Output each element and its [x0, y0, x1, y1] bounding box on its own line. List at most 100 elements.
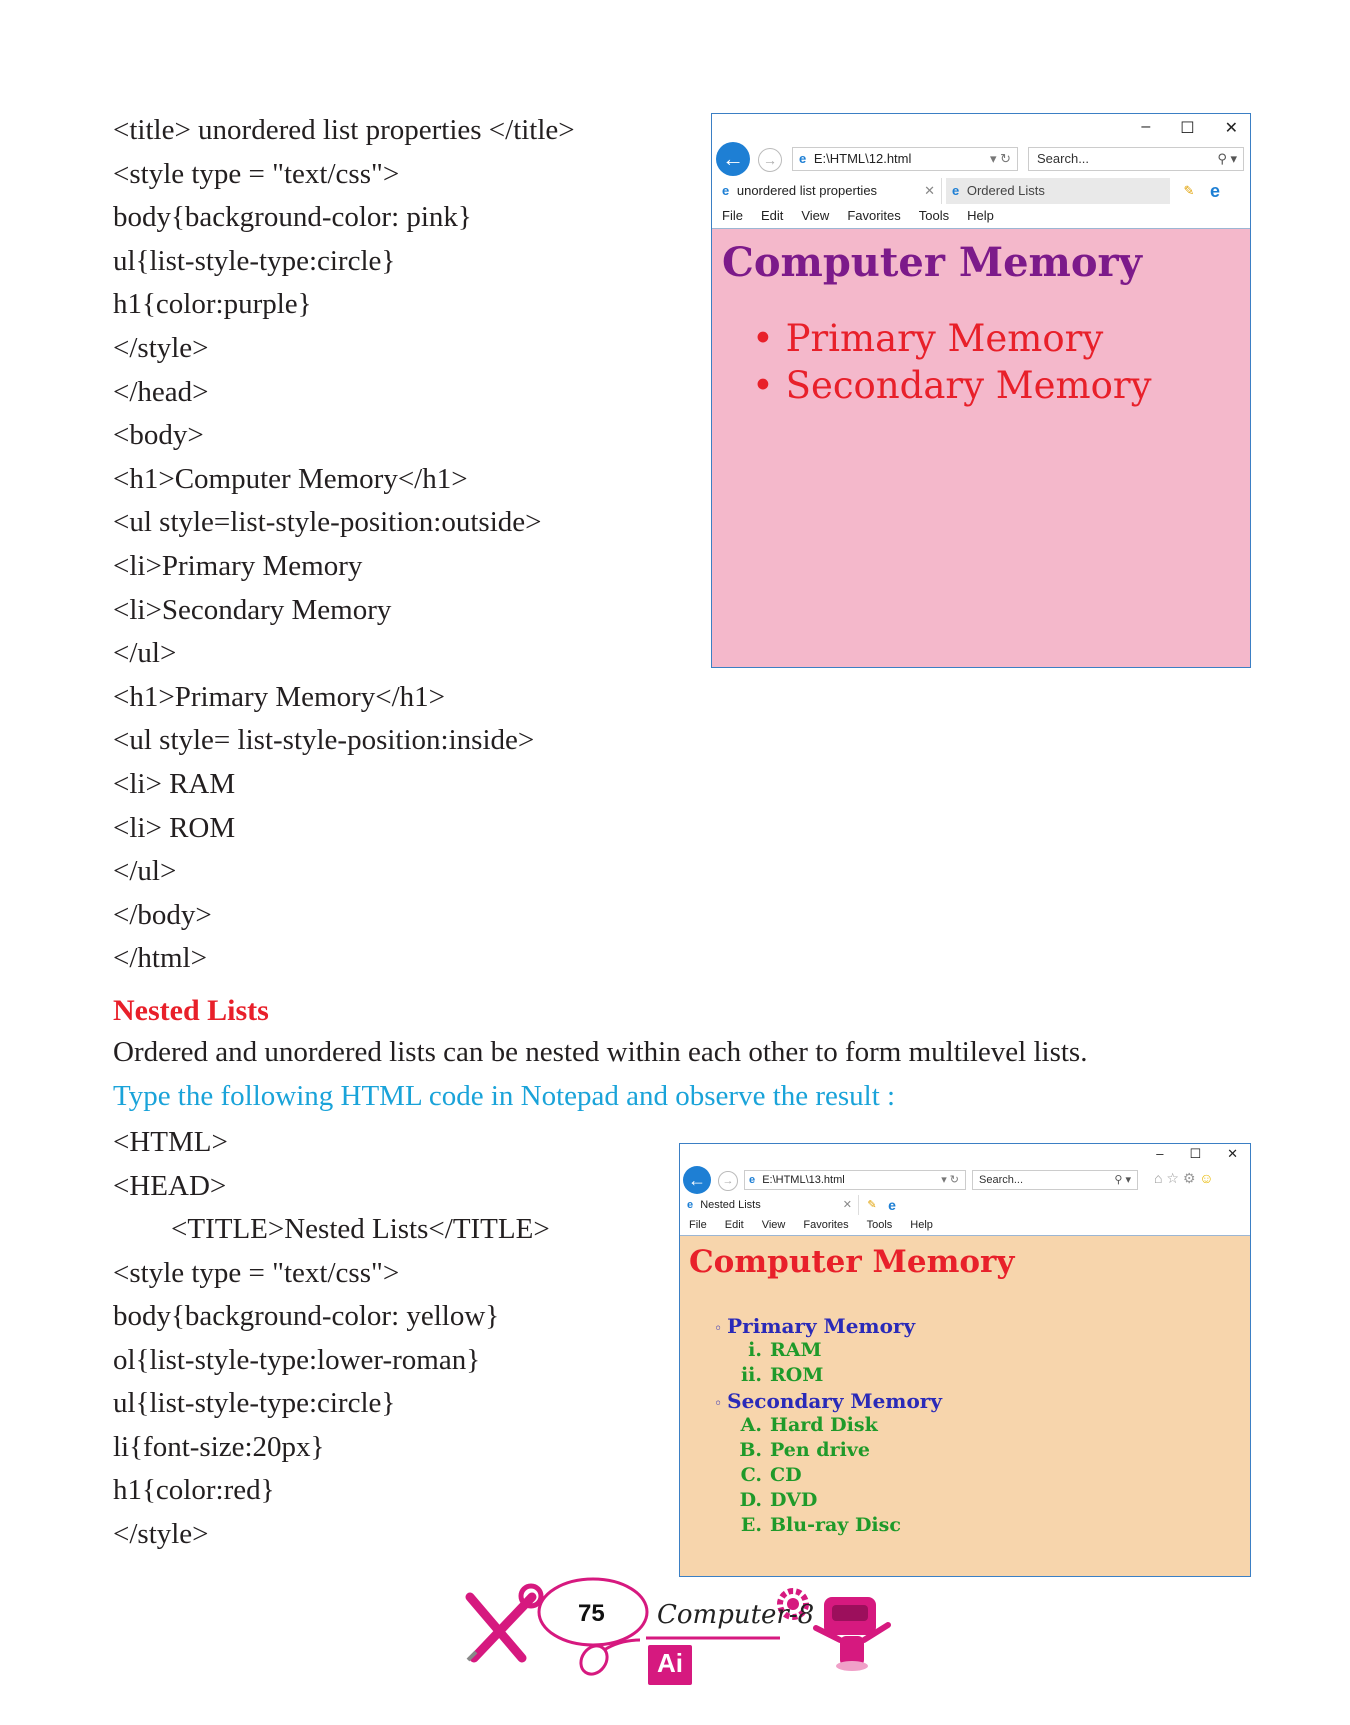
address-bar[interactable]: e E:\HTML\12.html ▾ ↻: [792, 147, 1018, 171]
code-line: <li> RAM: [113, 768, 236, 800]
settings-gear-icon[interactable]: ⚙: [1183, 1170, 1196, 1186]
code-line: <title> unordered list properties </titl…: [113, 114, 575, 146]
list-item-text: Primary Memory: [785, 317, 1104, 360]
list-item: • Primary Memory: [752, 317, 1103, 360]
address-text: E:\HTML\12.html: [813, 151, 912, 166]
code-line: <h1>Computer Memory</h1>: [113, 462, 468, 495]
sub-list-item-text: RAM: [770, 1339, 822, 1361]
browser-window-1: – ☐ ✕ ← → e E:\HTML\12.html ▾ ↻ Search..…: [711, 113, 1251, 668]
refresh-icon[interactable]: ▾ ↻: [990, 148, 1011, 170]
menu-item[interactable]: Edit: [761, 204, 783, 228]
tab-close-icon[interactable]: ✕: [924, 178, 935, 204]
list-item: ◦ Primary Memory: [714, 1314, 915, 1338]
code-line: <ul style=list-style-position:outside>: [113, 506, 542, 539]
maximize-icon[interactable]: ☐: [1180, 118, 1194, 138]
search-placeholder: Search...: [979, 1174, 1024, 1186]
list-item-text: Secondary Memory: [785, 364, 1152, 407]
ie-page-icon: e: [799, 151, 807, 166]
title-bar: – ☐ ✕: [712, 114, 1250, 144]
section-heading: Nested Lists: [113, 994, 269, 1027]
search-input[interactable]: Search... ⚲ ▾: [972, 1170, 1138, 1190]
back-arrow-icon[interactable]: ←: [683, 1166, 711, 1194]
ie-tab-icon: e: [722, 183, 730, 198]
code-line: <li> ROM: [113, 811, 236, 844]
title-bar: – ☐ ✕: [680, 1144, 1250, 1166]
sub-list-item: E. Blu-ray Disc: [734, 1514, 901, 1536]
menu-item[interactable]: Help: [967, 204, 994, 228]
minimize-icon[interactable]: –: [1156, 1146, 1163, 1162]
code-line: </style>: [113, 332, 209, 364]
favorites-star-icon[interactable]: ☆: [1166, 1170, 1179, 1186]
search-input[interactable]: Search... ⚲ ▾: [1028, 147, 1244, 171]
menu-item[interactable]: Favorites: [803, 1215, 848, 1235]
tabs-row: e unordered list properties ✕ e Ordered …: [712, 178, 1250, 204]
forward-arrow-icon[interactable]: →: [758, 148, 782, 172]
menu-item[interactable]: File: [722, 204, 743, 228]
page-content: Computer Memory • Primary Memory • Second…: [712, 229, 1250, 667]
menu-item[interactable]: Edit: [725, 1215, 744, 1235]
tab-unordered-list-properties[interactable]: e unordered list properties ✕: [716, 178, 942, 204]
menu-item[interactable]: Tools: [867, 1215, 893, 1235]
refresh-icon[interactable]: ▾ ↻: [941, 1171, 959, 1189]
code-line: ol{list-style-type:lower-roman}: [113, 1343, 481, 1376]
code-line: <HEAD>: [113, 1169, 227, 1202]
sub-list-item: C. CD: [734, 1464, 802, 1486]
code-line: body{background-color: pink}: [113, 201, 472, 234]
menu-item[interactable]: Help: [910, 1215, 933, 1235]
bullet-icon: •: [752, 364, 786, 407]
sub-list-item: A. Hard Disk: [734, 1414, 878, 1436]
tab-ordered-lists[interactable]: e Ordered Lists: [946, 178, 1170, 204]
footer-brand: Computer-8: [657, 1600, 815, 1630]
smiley-icon[interactable]: ☺: [1199, 1170, 1213, 1186]
home-icon[interactable]: ⌂: [1154, 1170, 1162, 1186]
ai-badge-text: Ai: [657, 1648, 683, 1678]
new-tab-icon[interactable]: ✎: [863, 1195, 881, 1215]
minimize-icon[interactable]: –: [1141, 118, 1150, 138]
maximize-icon[interactable]: ☐: [1189, 1146, 1201, 1162]
address-bar[interactable]: e E:\HTML\13.html ▾ ↻: [744, 1170, 966, 1190]
menu-item[interactable]: Tools: [919, 204, 949, 228]
sub-list-item-text: ROM: [770, 1364, 824, 1386]
sub-list-item-text: CD: [770, 1464, 802, 1486]
code-line: ul{list-style-type:circle}: [113, 1387, 396, 1419]
list-marker: i.: [748, 1339, 762, 1361]
code-line: <style type = "text/css">: [113, 157, 400, 190]
mouse-icon: [579, 1638, 641, 1676]
menu-item[interactable]: Favorites: [847, 204, 900, 228]
tab-nested-lists[interactable]: e Nested Lists ✕: [683, 1195, 859, 1215]
menu-item[interactable]: File: [689, 1215, 707, 1235]
close-icon[interactable]: ✕: [1227, 1146, 1238, 1162]
close-icon[interactable]: ✕: [1225, 118, 1238, 138]
tab-label: unordered list properties: [736, 183, 878, 198]
menu-bar: File Edit View Favorites Tools Help: [680, 1215, 1250, 1236]
sub-list-item: i. RAM: [734, 1339, 822, 1361]
list-item-text: Primary Memory: [727, 1314, 916, 1338]
address-text: E:\HTML\13.html: [762, 1174, 845, 1186]
circle-bullet-icon: ◦: [714, 1396, 728, 1412]
robot-icon: [813, 1597, 891, 1671]
edge-icon[interactable]: e: [1204, 178, 1226, 204]
list-marker: E.: [740, 1514, 762, 1536]
sub-list-item: ii. ROM: [734, 1364, 823, 1386]
sub-list-item-text: DVD: [770, 1489, 818, 1511]
tab-close-icon[interactable]: ✕: [843, 1195, 852, 1215]
code-line: <h1>Primary Memory</h1>: [113, 680, 446, 713]
new-tab-icon[interactable]: ✎: [1178, 180, 1200, 202]
edge-icon[interactable]: e: [883, 1195, 901, 1215]
code-line: li{font-size:20px}: [113, 1430, 325, 1463]
tabs-row: e Nested Lists ✕ ✎ e: [680, 1195, 1250, 1215]
code-line: </body>: [113, 898, 212, 931]
code-line: ul{list-style-type:circle}: [113, 244, 396, 277]
back-arrow-icon[interactable]: ←: [716, 142, 750, 176]
sub-list-item-text: Hard Disk: [770, 1414, 878, 1436]
forward-arrow-icon[interactable]: →: [718, 1171, 738, 1191]
menu-item[interactable]: View: [762, 1215, 786, 1235]
sub-list-item: B. Pen drive: [734, 1439, 870, 1461]
list-marker: D.: [739, 1489, 762, 1511]
search-icon[interactable]: ⚲ ▾: [1217, 148, 1237, 170]
browser-window-2: – ☐ ✕ ← → e E:\HTML\13.html ▾ ↻ Search..…: [679, 1143, 1251, 1577]
menu-item[interactable]: View: [801, 204, 829, 228]
ie-tab-icon: e: [952, 183, 960, 198]
nav-row: ← → e E:\HTML\12.html ▾ ↻ Search... ⚲ ▾: [712, 142, 1250, 176]
search-icon[interactable]: ⚲ ▾: [1114, 1171, 1131, 1189]
